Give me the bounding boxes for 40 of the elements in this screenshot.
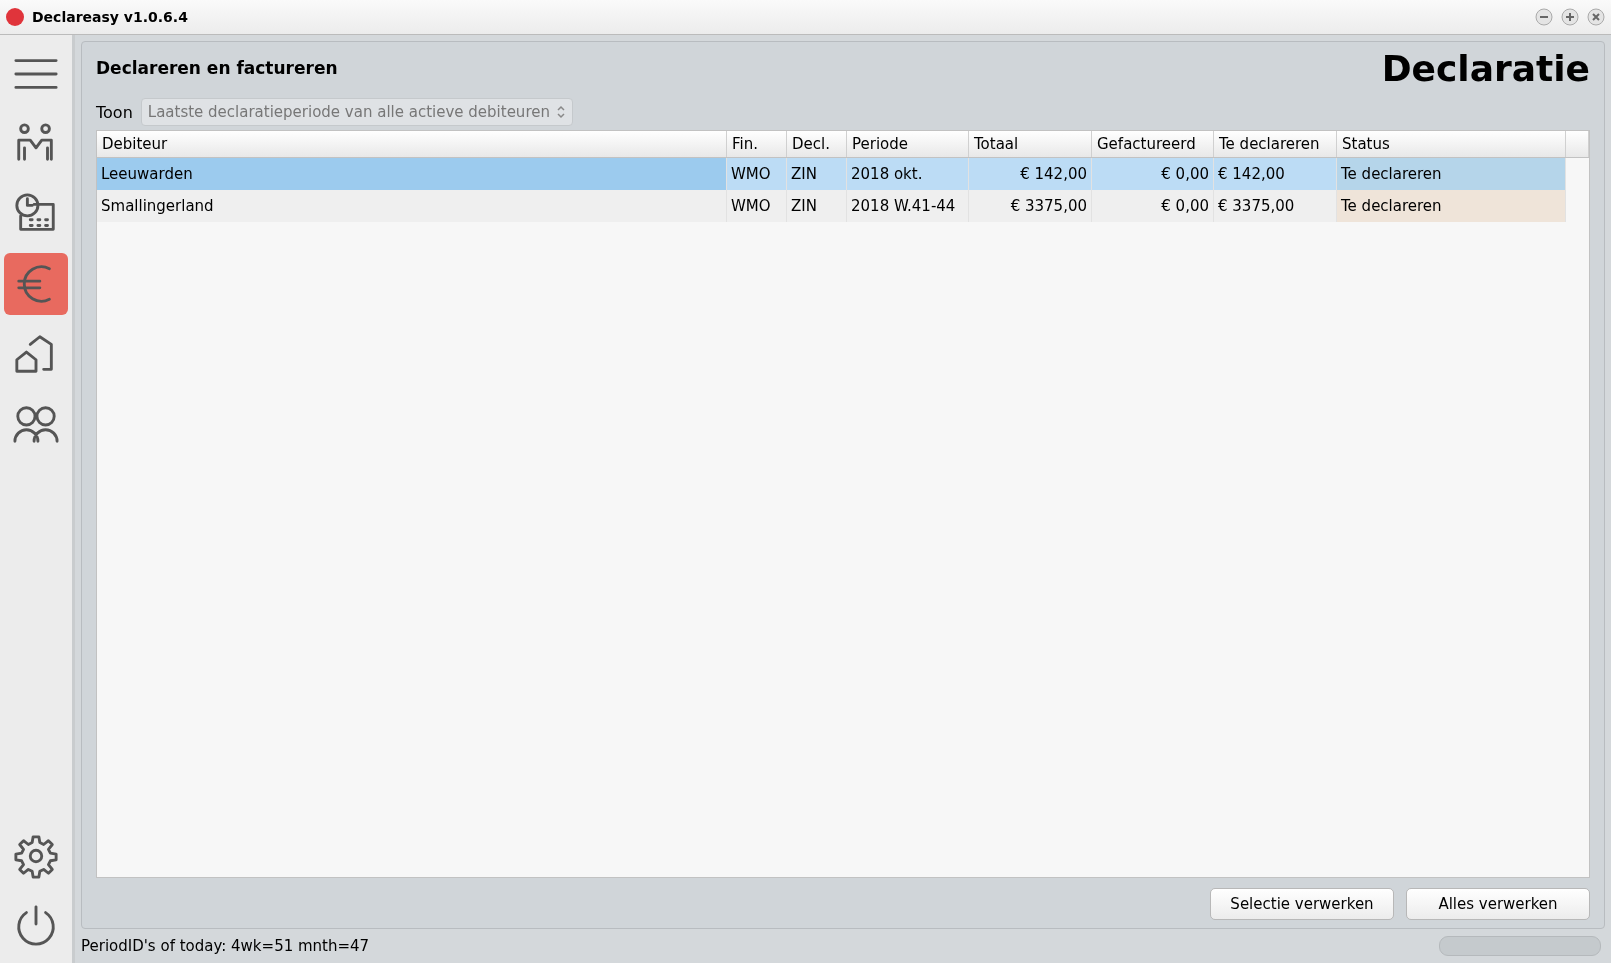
process-selection-button[interactable]: Selectie verwerken xyxy=(1210,888,1394,920)
table-cell: € 0,00 xyxy=(1092,190,1214,222)
column-header[interactable]: Te declareren xyxy=(1214,131,1337,157)
filter-label: Toon xyxy=(96,102,133,122)
column-header[interactable]: Fin. xyxy=(727,131,787,157)
table-cell: 2018 W.41-44 xyxy=(847,190,969,222)
table-cell: € 142,00 xyxy=(969,158,1092,190)
table-cell: ZIN xyxy=(787,158,847,190)
column-header[interactable]: Decl. xyxy=(787,131,847,157)
column-header[interactable]: Periode xyxy=(847,131,969,157)
column-header[interactable]: Totaal xyxy=(969,131,1092,157)
table-cell: 2018 okt. xyxy=(847,158,969,190)
table-row[interactable]: Leeuwarden WMO ZIN 2018 okt. € 142,00 € 0,00 € 142,00 Te declareren xyxy=(97,158,1566,190)
close-icon[interactable] xyxy=(1587,8,1605,26)
table-cell: € 0,00 xyxy=(1092,158,1214,190)
table-cell: ZIN xyxy=(787,190,847,222)
table-cell: Te declareren xyxy=(1337,190,1566,222)
status-text: PeriodID's of today: 4wk=51 mnth=47 xyxy=(81,937,370,955)
app-logo-icon xyxy=(6,8,24,26)
section-heading: Declareren en factureren xyxy=(96,58,338,78)
table-cell: Smallingerland xyxy=(97,190,727,222)
process-all-button[interactable]: Alles verwerken xyxy=(1406,888,1590,920)
table-cell: € 3375,00 xyxy=(969,190,1092,222)
table-cell: WMO xyxy=(727,190,787,222)
table-cell: € 142,00 xyxy=(1214,158,1337,190)
settings-icon xyxy=(13,833,59,879)
maximize-icon[interactable] xyxy=(1561,8,1579,26)
resize-grip[interactable] xyxy=(1439,936,1601,956)
column-header[interactable]: Status xyxy=(1337,131,1566,157)
table-cell: WMO xyxy=(727,158,787,190)
table-row[interactable]: Smallingerland WMO ZIN 2018 W.41-44 € 3375,00 € 0,00 € 3375,00 Te declareren xyxy=(97,190,1566,222)
column-header[interactable]: Debiteur xyxy=(97,131,727,157)
minimize-icon[interactable] xyxy=(1535,8,1553,26)
spinner-arrows-icon xyxy=(555,104,566,120)
table-cell: Te declareren xyxy=(1337,158,1566,190)
column-header[interactable]: Gefactureerd xyxy=(1092,131,1214,157)
window-title: Declareasy v1.0.6.4 xyxy=(32,9,188,25)
table-cell: Leeuwarden xyxy=(97,158,727,190)
page-title: Declaratie xyxy=(1381,47,1590,89)
period-dropdown[interactable]: Laatste declaratieperiode van alle actieve debiteuren xyxy=(140,98,573,126)
